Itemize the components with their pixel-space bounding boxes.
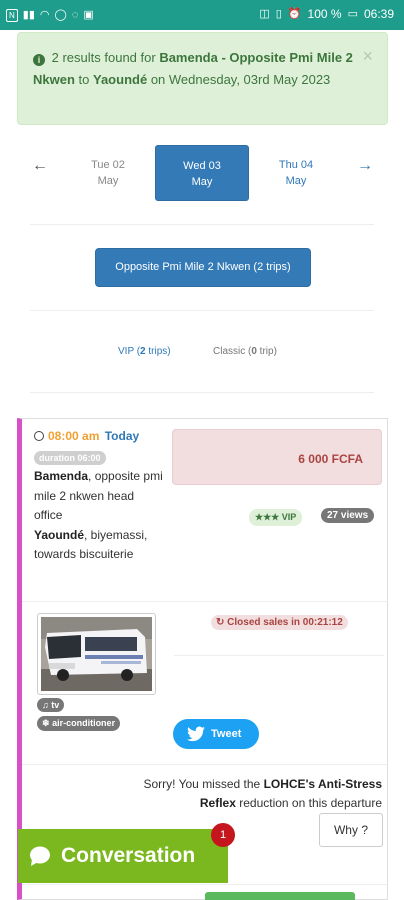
- date-tab-day: Thu 04: [278, 159, 314, 171]
- divider: [30, 392, 374, 393]
- results-count-text: 2 results found for: [51, 50, 156, 65]
- amenity-tv-label: tv: [51, 700, 60, 710]
- clock-time: 06:39: [363, 7, 394, 21]
- bus-photo[interactable]: [37, 613, 156, 695]
- whatsapp-icon: ◯: [54, 9, 67, 21]
- why-button[interactable]: Why ?: [319, 813, 383, 847]
- alarm-icon: ⏰: [287, 8, 302, 20]
- twitter-bird-icon: [187, 726, 205, 742]
- vip-filter-label: VIP (: [118, 346, 141, 357]
- departure-point-button[interactable]: Opposite Pmi Mile 2 Nkwen (2 trips): [95, 248, 311, 287]
- missed-promo-suffix: reduction on this departure: [239, 796, 382, 810]
- amenity-air-conditioner: ❄ air-conditioner: [37, 716, 121, 731]
- nfc-icon: ◫: [259, 8, 270, 20]
- classic-filter-suffix: trip): [256, 346, 277, 357]
- info-icon: i: [33, 54, 45, 66]
- refresh-icon: ↻: [216, 617, 225, 628]
- battery-icon: ▭: [347, 8, 358, 20]
- class-badge-label: VIP: [281, 512, 297, 522]
- snowflake-icon: ❄: [42, 718, 50, 728]
- results-alert: i 2 results found for Bamenda - Opposite…: [17, 32, 388, 125]
- wifi-icon: ◠: [39, 9, 50, 21]
- vibrate-icon: ▯: [275, 8, 282, 20]
- tweet-label: Tweet: [211, 728, 242, 740]
- date-tab-month: May: [285, 175, 307, 187]
- unread-count-badge: 1: [211, 823, 235, 847]
- clock-icon: [34, 431, 44, 441]
- divider: [30, 310, 374, 311]
- chat-bubble-icon: [30, 846, 50, 866]
- amenity-tv: ♫ tv: [37, 698, 65, 712]
- date-tab-month: May: [97, 175, 119, 187]
- class-badge: ★★★ VIP: [249, 509, 303, 526]
- card-divider: [174, 655, 384, 656]
- music-note-icon: ♫: [42, 700, 49, 710]
- date-tab-thu-04[interactable]: Thu 04 May: [249, 145, 343, 201]
- signal-icon: ▮▮: [22, 9, 35, 21]
- views-badge: 27 views: [321, 508, 375, 523]
- price-box: 6 000 FCFA: [172, 429, 382, 485]
- destination-city: Yaoundé: [34, 527, 85, 542]
- classic-filter-label: Classic (: [213, 346, 252, 357]
- amenity-ac-label: air-conditioner: [52, 718, 116, 728]
- date-tab-tue-02[interactable]: Tue 02 May: [61, 145, 155, 201]
- closed-sales-badge: ↻ Closed sales in 00:21:12: [211, 615, 348, 630]
- results-to-text: to: [78, 72, 90, 87]
- battery-percent: 100 %: [307, 7, 342, 21]
- closed-sales-label: Closed sales in 00:21:12: [227, 617, 343, 628]
- departure-time: 08:00 am: [48, 429, 100, 443]
- star-rating-icon: ★★★: [255, 512, 280, 522]
- divider: [30, 224, 374, 225]
- conversation-chat-button[interactable]: Conversation: [18, 829, 228, 883]
- status-bar-notification-icons: N ▮▮ ◠ ◯ ◌ ▣: [6, 8, 94, 22]
- duration-badge: duration 06:00: [34, 451, 106, 465]
- date-navigation: ← Tue 02 May Wed 03 May Thu 04 May →: [17, 145, 388, 205]
- gallery-icon: ▣: [83, 9, 94, 21]
- results-date-text: on Wednesday, 03rd May 2023: [150, 72, 331, 87]
- circle-icon: ◌: [71, 9, 79, 21]
- classic-class-filter[interactable]: Classic (0 trip): [213, 346, 277, 357]
- alert-close-button[interactable]: ×: [362, 45, 373, 67]
- card-divider: [22, 884, 388, 885]
- next-day-arrow-icon[interactable]: →: [357, 157, 373, 175]
- tweet-button[interactable]: Tweet: [173, 719, 259, 749]
- bus-image: [41, 617, 152, 691]
- origin-city: Bamenda: [34, 469, 89, 483]
- results-destination: Yaoundé: [93, 72, 148, 87]
- card-divider: [22, 601, 388, 602]
- previous-day-arrow-icon[interactable]: ←: [32, 157, 48, 175]
- status-bar-system: ◫ ▯ ⏰ 100 % ▭ 06:39: [259, 7, 394, 21]
- vip-filter-suffix: trips): [145, 346, 171, 357]
- date-tab-day: Wed 03: [183, 160, 221, 172]
- price-value: 6 000 FCFA: [298, 452, 363, 466]
- departure-time-row: 08:00 am Today: [34, 429, 139, 443]
- departure-day: Today: [104, 429, 140, 443]
- card-divider: [22, 764, 388, 765]
- trip-card[interactable]: 08:00 am Today duration 06:00 Bamenda, o…: [17, 418, 388, 900]
- missed-promo-prefix: Sorry! You missed the: [143, 777, 261, 791]
- date-tab-day: Tue 02: [91, 159, 125, 171]
- conversation-label: Conversation: [61, 844, 196, 867]
- date-tab-wed-03-active[interactable]: Wed 03 May: [155, 145, 249, 201]
- book-button-partial[interactable]: [205, 892, 355, 900]
- date-tab-month: May: [191, 176, 213, 188]
- status-bar: N ▮▮ ◠ ◯ ◌ ▣ ◫ ▯ ⏰ 100 % ▭ 06:39: [0, 0, 404, 30]
- missed-promo-message: Sorry! You missed the LOHCE's Anti-Stres…: [132, 775, 382, 813]
- network-icon: N: [6, 8, 18, 22]
- route-details: Bamenda, opposite pmi mile 2 nkwen head …: [34, 467, 164, 565]
- vip-class-filter[interactable]: VIP (2 trips): [118, 346, 171, 357]
